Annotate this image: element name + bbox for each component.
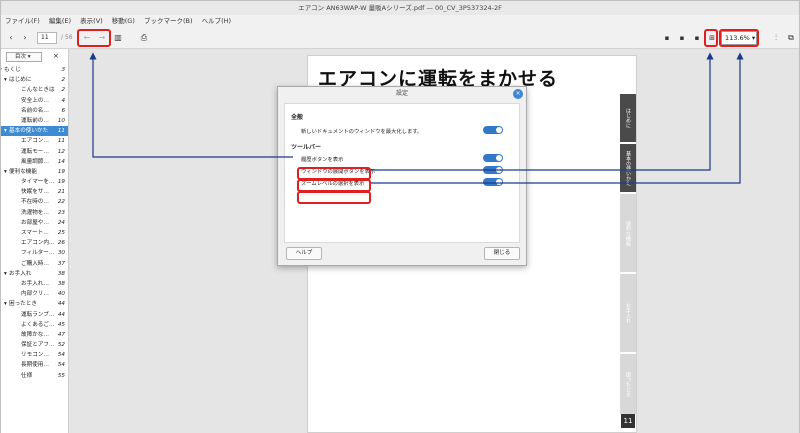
arrow-expand [371,52,714,171]
arrow-history [89,52,293,158]
arrow-zoom [371,52,744,184]
app-window: エアコン AN63WAP-W 量販Aシリーズ.pdf — 00_CV_3P537… [0,0,800,433]
callout-arrows [89,52,744,184]
